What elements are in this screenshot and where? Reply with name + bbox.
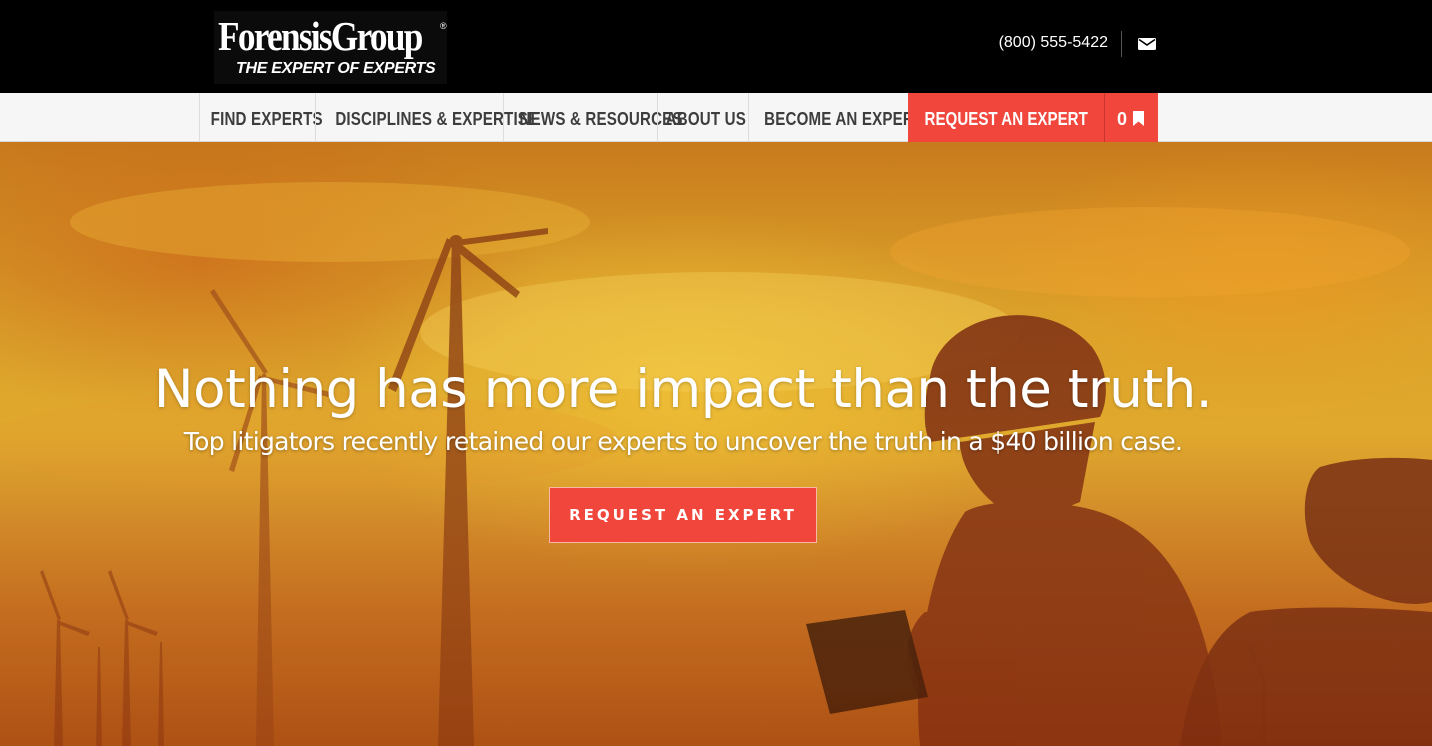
nav-become-label: BECOME AN EXPERT	[764, 109, 924, 129]
envelope-icon[interactable]	[1136, 35, 1158, 53]
site-logo[interactable]: ForensisGroup ® THE EXPERT OF EXPERTS	[214, 11, 447, 84]
hero-section: Nothing has more impact than the truth. …	[0, 142, 1432, 746]
logo-tagline: THE EXPERT OF EXPERTS	[236, 60, 436, 77]
nav-about-us[interactable]: ABOUT US	[657, 93, 749, 142]
nav-about-label: ABOUT US	[665, 109, 746, 129]
top-header: ForensisGroup ® THE EXPERT OF EXPERTS (8…	[0, 0, 1432, 93]
nav-find-experts[interactable]: FIND EXPERTS	[199, 93, 323, 142]
header-divider	[1121, 31, 1122, 57]
nav-news-resources[interactable]: NEWS & RESOURCES	[503, 93, 683, 142]
nav-find-experts-label: FIND EXPERTS	[210, 109, 323, 129]
nav-disciplines-expertise[interactable]: DISCIPLINES & EXPERTISE	[315, 93, 538, 142]
bookmark-icon	[1133, 111, 1144, 126]
saved-count: 0	[1117, 109, 1128, 129]
saved-experts-button[interactable]: 0	[1104, 93, 1158, 142]
phone-link[interactable]: (800) 555-5422	[999, 30, 1108, 56]
logo-registered-mark: ®	[440, 21, 447, 31]
nav-request-label: REQUEST AN EXPERT	[924, 109, 1088, 129]
hero-headline: Nothing has more impact than the truth.	[153, 359, 1213, 420]
main-nav: FIND EXPERTS DISCIPLINES & EXPERTISE NEW…	[0, 93, 1432, 142]
hero-request-expert-button[interactable]: REQUEST AN EXPERT	[549, 487, 817, 543]
hero-subheadline: Top litigators recently retained our exp…	[183, 427, 1183, 456]
logo-wordmark: ForensisGroup	[218, 13, 423, 59]
nav-request-expert-button[interactable]: REQUEST AN EXPERT	[908, 93, 1104, 142]
nav-become-an-expert[interactable]: BECOME AN EXPERT	[748, 93, 923, 142]
